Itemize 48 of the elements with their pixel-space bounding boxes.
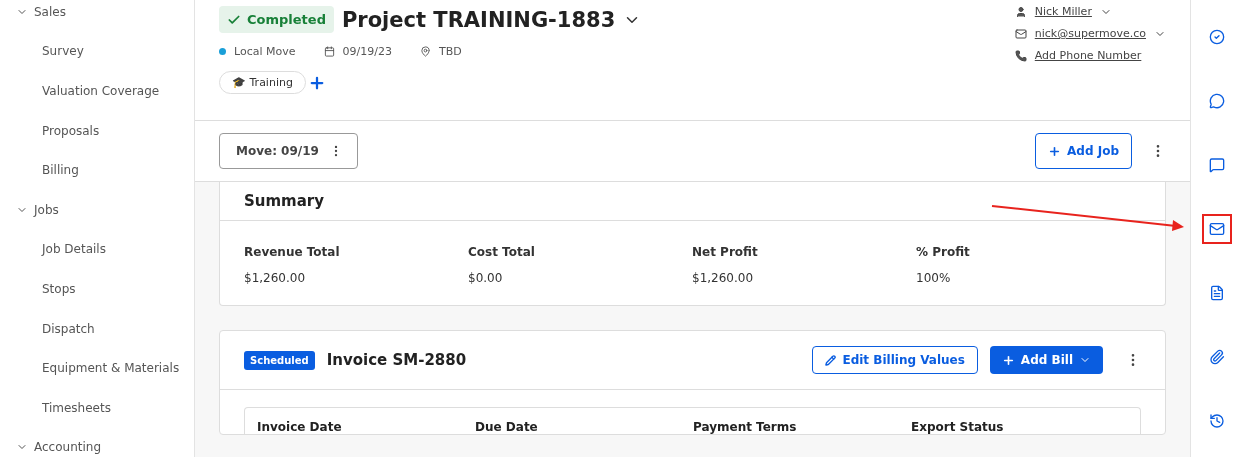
metric-value: $1,260.00 xyxy=(692,271,755,285)
plus-icon xyxy=(1001,353,1015,367)
sidebar-group[interactable]: Accounting xyxy=(34,440,101,455)
sidebar-item[interactable]: Job Details xyxy=(42,242,106,257)
contact-link[interactable]: Add Phone Number xyxy=(1034,49,1142,62)
status-badge: Completed xyxy=(219,6,334,33)
calendar-icon xyxy=(323,46,335,57)
meta-text: Local Move xyxy=(234,45,296,58)
sidebar-item[interactable]: Proposals xyxy=(42,123,100,138)
sidebar-group[interactable]: Jobs xyxy=(34,202,59,217)
metric-label: % Profit xyxy=(916,245,971,259)
sidebar-item[interactable]: Timesheets xyxy=(42,400,111,415)
plus-icon xyxy=(1048,144,1062,158)
add-bill-button[interactable]: Add Bill xyxy=(989,346,1103,374)
mail-icon[interactable] xyxy=(1201,214,1232,244)
metric-label: Cost Total xyxy=(468,245,536,259)
metric-label: Revenue Total xyxy=(244,245,341,259)
metric-value: $1,260.00 xyxy=(244,271,307,285)
card-title: Summary xyxy=(244,192,325,210)
column-header: Export Status xyxy=(911,420,1005,434)
project-title: Project TRAINING-1883 xyxy=(341,7,616,32)
add-job-button[interactable]: Add Job xyxy=(1035,133,1132,169)
metric-label: Net Profit xyxy=(692,245,759,259)
sidebar-group[interactable]: Sales xyxy=(34,4,66,19)
contact-link[interactable]: nick@supermove.co xyxy=(1034,27,1146,40)
column-header: Due Date xyxy=(475,420,539,434)
metric-value: 100% xyxy=(916,271,952,285)
user-icon xyxy=(1014,5,1027,18)
pin-icon xyxy=(419,46,431,57)
metric-value: $0.00 xyxy=(468,271,504,285)
status-badge: Scheduled xyxy=(244,350,315,370)
column-header: Payment Terms xyxy=(693,420,798,434)
contact-link[interactable]: Nick Miller xyxy=(1034,5,1092,18)
phone-icon xyxy=(1014,49,1027,62)
job-selector[interactable]: Move: 09/19 xyxy=(219,133,358,169)
invoice-title: Invoice SM-2880 xyxy=(326,351,467,369)
column-header: Invoice Date xyxy=(257,420,343,434)
sidebar-item[interactable]: Survey xyxy=(42,44,84,59)
sidebar-item[interactable]: Valuation Coverage xyxy=(42,84,160,98)
mail-icon xyxy=(1014,27,1027,40)
sidebar-item[interactable]: Dispatch xyxy=(42,321,95,336)
meta-text: TBD xyxy=(438,45,462,58)
sidebar-item[interactable]: Equipment & Materials xyxy=(42,361,180,376)
sidebar-item[interactable]: Stops xyxy=(42,281,76,296)
edit-billing-button[interactable]: Edit Billing Values xyxy=(812,346,978,374)
sidebar-item[interactable]: Billing xyxy=(42,163,79,178)
pencil-icon xyxy=(825,354,837,366)
meta-text: 09/19/23 xyxy=(342,45,392,58)
